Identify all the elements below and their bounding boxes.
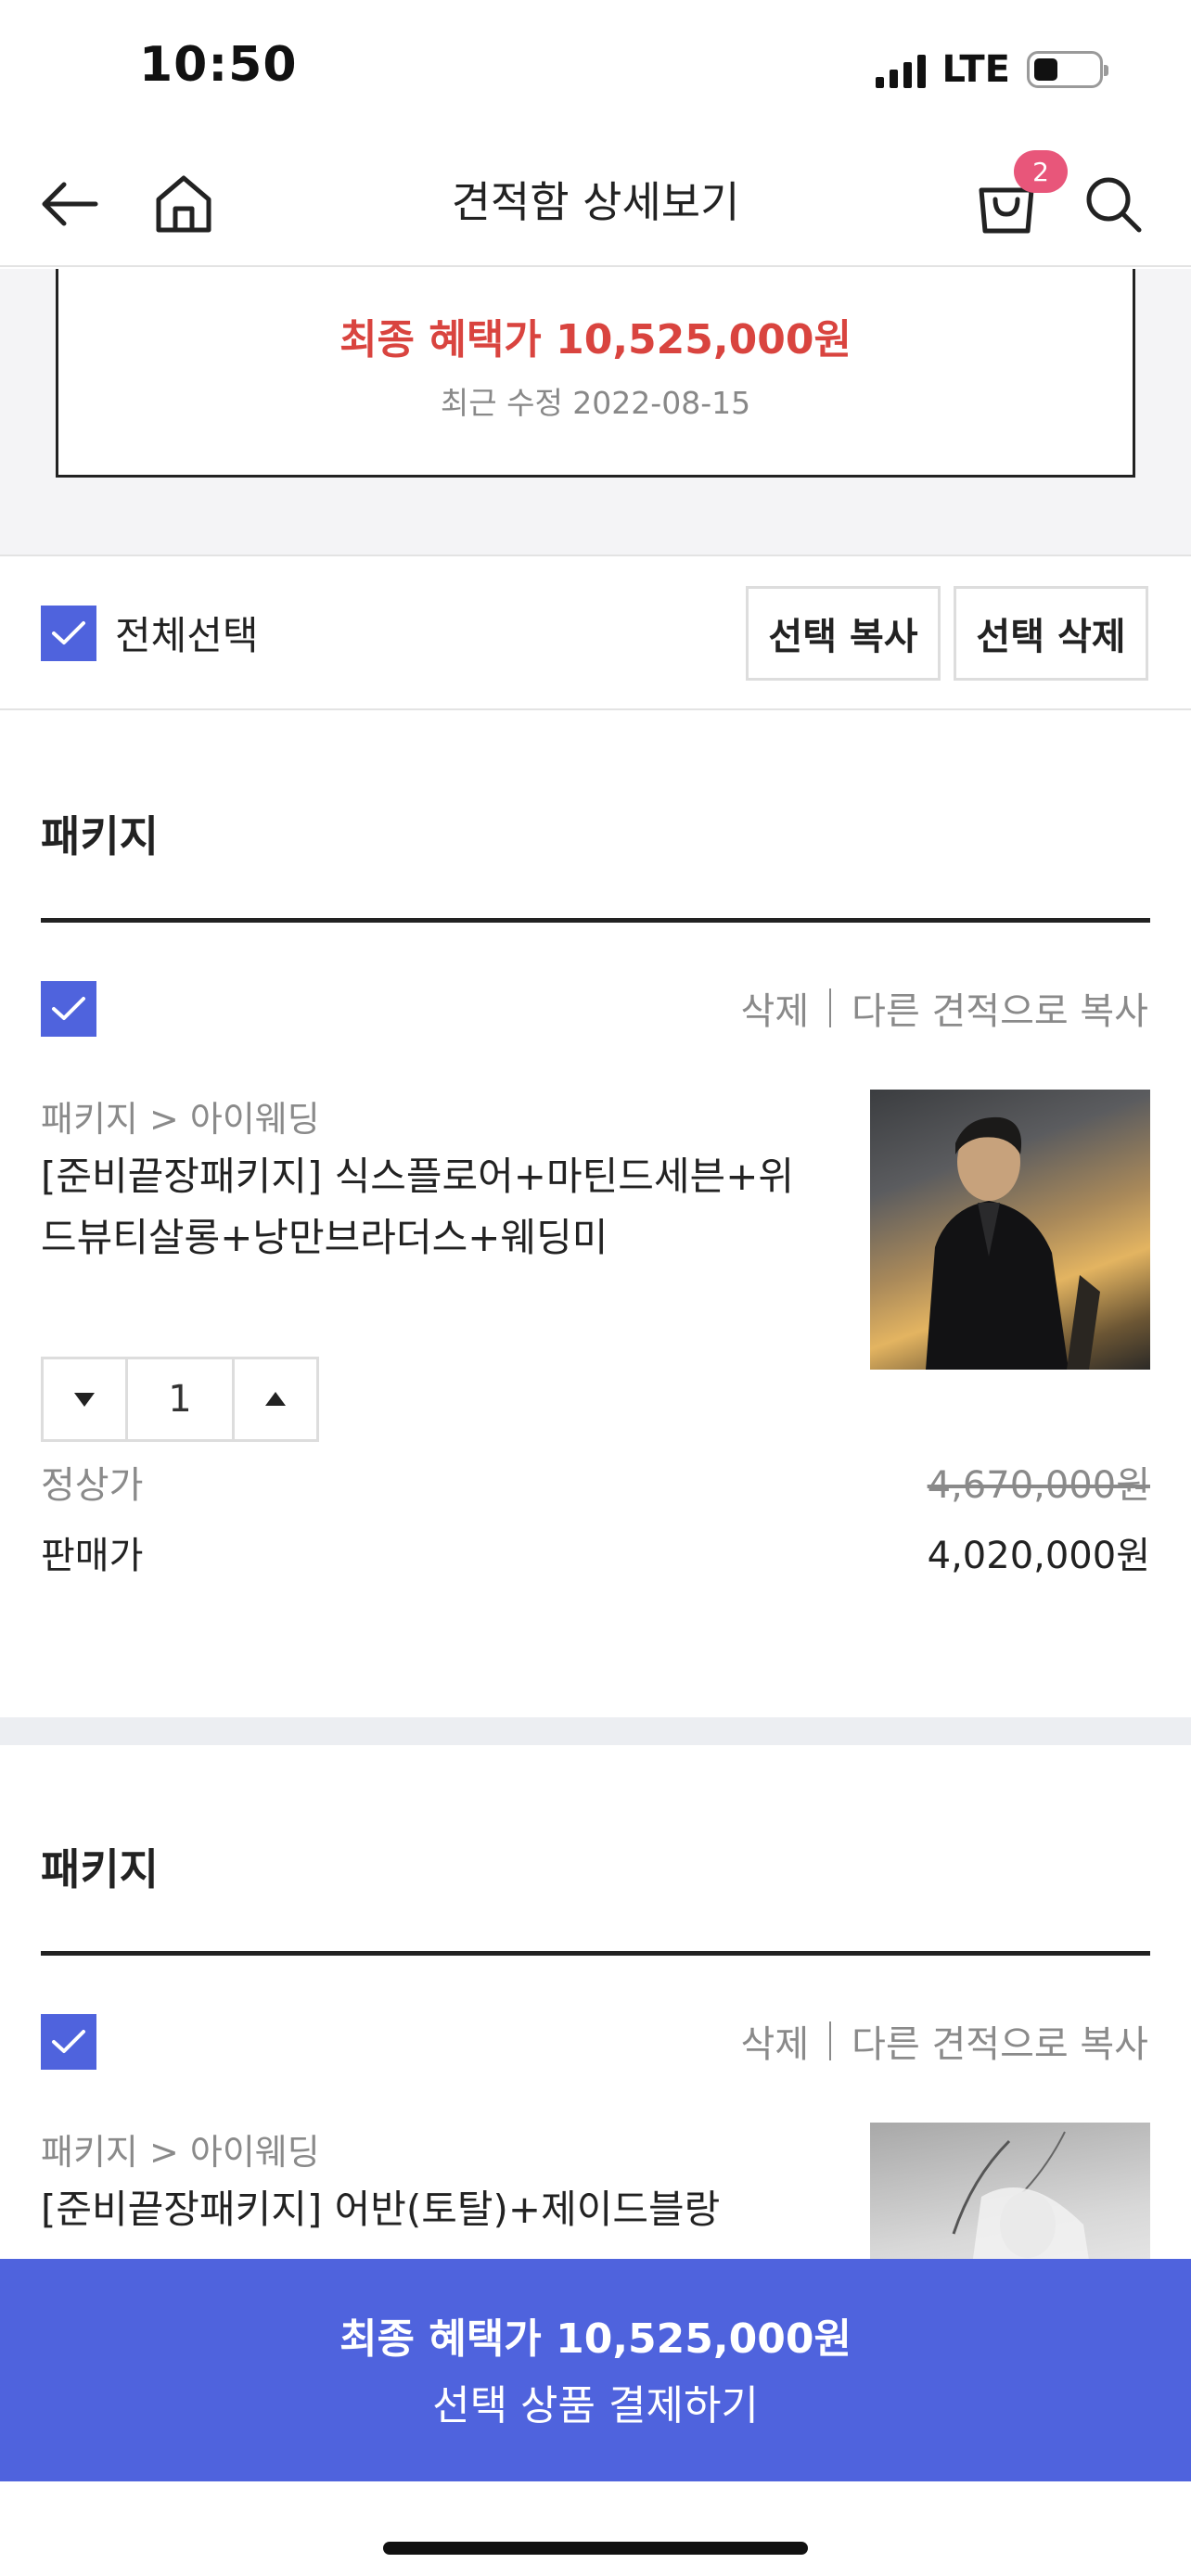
package-section: 패키지 삭제 다른 견적으로 복사 패키지 > 아이웨딩 [준비끝장패키지] 어… [0,1745,1191,2403]
item-copy-link[interactable]: 다른 견적으로 복사 [852,2014,1148,2068]
caret-down-icon [74,1393,95,1407]
decrease-button[interactable] [44,1359,125,1439]
divider [829,2021,832,2060]
regular-price-label: 정상가 [41,1464,144,1507]
package-section: 패키지 삭제 다른 견적으로 복사 패키지 > 아이웨딩 [준비끝장패키지] 식… [0,712,1191,1717]
search-icon[interactable] [1076,167,1150,241]
increase-button[interactable] [235,1359,316,1439]
delete-selected-button[interactable]: 선택 삭제 [954,586,1148,681]
summary-final-price: 최종 혜택가 10,525,000원 [339,316,852,363]
home-indicator-area [0,2481,1191,2576]
item-actions: 삭제 다른 견적으로 복사 [741,981,1148,1035]
sale-price-label: 판매가 [41,1535,144,1577]
status-bar: 10:50 LTE [0,0,1191,139]
item-checkbox[interactable] [41,981,96,1037]
item-name[interactable]: [준비끝장패키지] 식스플로어+마틴드세븐+위드뷰티살롱+낭만브라더스+웨딩미 [41,1146,801,1269]
section-gap [0,1717,1191,1745]
summary-modified-date: 최근 수정 2022-08-15 [440,385,751,421]
checkout-button[interactable]: 최종 혜택가 10,525,000원 선택 상품 결제하기 [0,2259,1191,2481]
item-thumbnail[interactable] [870,1090,1150,1370]
quantity-value[interactable]: 1 [125,1359,235,1439]
item-delete-link[interactable]: 삭제 [741,981,810,1035]
section-divider [41,1951,1150,1956]
section-title: 패키지 [41,811,159,861]
item-delete-link[interactable]: 삭제 [741,2014,810,2068]
checkmark-icon [52,621,85,644]
cart-count-badge: 2 [1014,150,1068,193]
status-time: 10:50 [139,37,298,93]
divider [829,988,832,1027]
select-all-checkbox[interactable] [41,606,96,661]
item-category: 패키지 > 아이웨딩 [41,1099,320,1140]
item-actions: 삭제 다른 견적으로 복사 [741,2014,1148,2068]
quantity-stepper: 1 [41,1357,319,1442]
item-copy-link[interactable]: 다른 견적으로 복사 [852,981,1148,1035]
item-name[interactable]: [준비끝장패키지] 어반(토탈)+제이드블랑 [41,2179,801,2240]
item-category: 패키지 > 아이웨딩 [41,2132,320,2173]
checkmark-icon [52,997,85,1020]
regular-price-value: 4,670,000원 [927,1464,1150,1507]
summary-card: 최종 혜택가 10,525,000원 최근 수정 2022-08-15 [56,269,1135,478]
item-checkbox[interactable] [41,2014,96,2070]
sale-price-row: 판매가 4,020,000원 [41,1524,1150,1580]
select-all-label[interactable]: 전체선택 [115,605,259,661]
status-indicators: LTE [875,48,1108,91]
cta-final-price: 최종 혜택가 10,525,000원 [339,2315,852,2363]
home-indicator[interactable] [383,2542,808,2555]
summary-section: 최종 혜택가 10,525,000원 최근 수정 2022-08-15 [0,269,1191,555]
selection-toolbar: 전체선택 선택 복사 선택 삭제 [0,555,1191,710]
section-divider [41,918,1150,923]
signal-icon [875,51,926,88]
regular-price-row: 정상가 4,670,000원 [41,1454,1150,1510]
checkmark-icon [52,2030,85,2053]
cta-label: 선택 상품 결제하기 [432,2382,759,2429]
section-title: 패키지 [41,1844,159,1894]
network-label: LTE [941,48,1010,91]
top-nav-bar: 견적함 상세보기 [0,139,1191,267]
caret-up-icon [265,1392,286,1406]
battery-icon [1027,51,1108,88]
sale-price-value: 4,020,000원 [927,1535,1150,1577]
copy-selected-button[interactable]: 선택 복사 [746,586,941,681]
